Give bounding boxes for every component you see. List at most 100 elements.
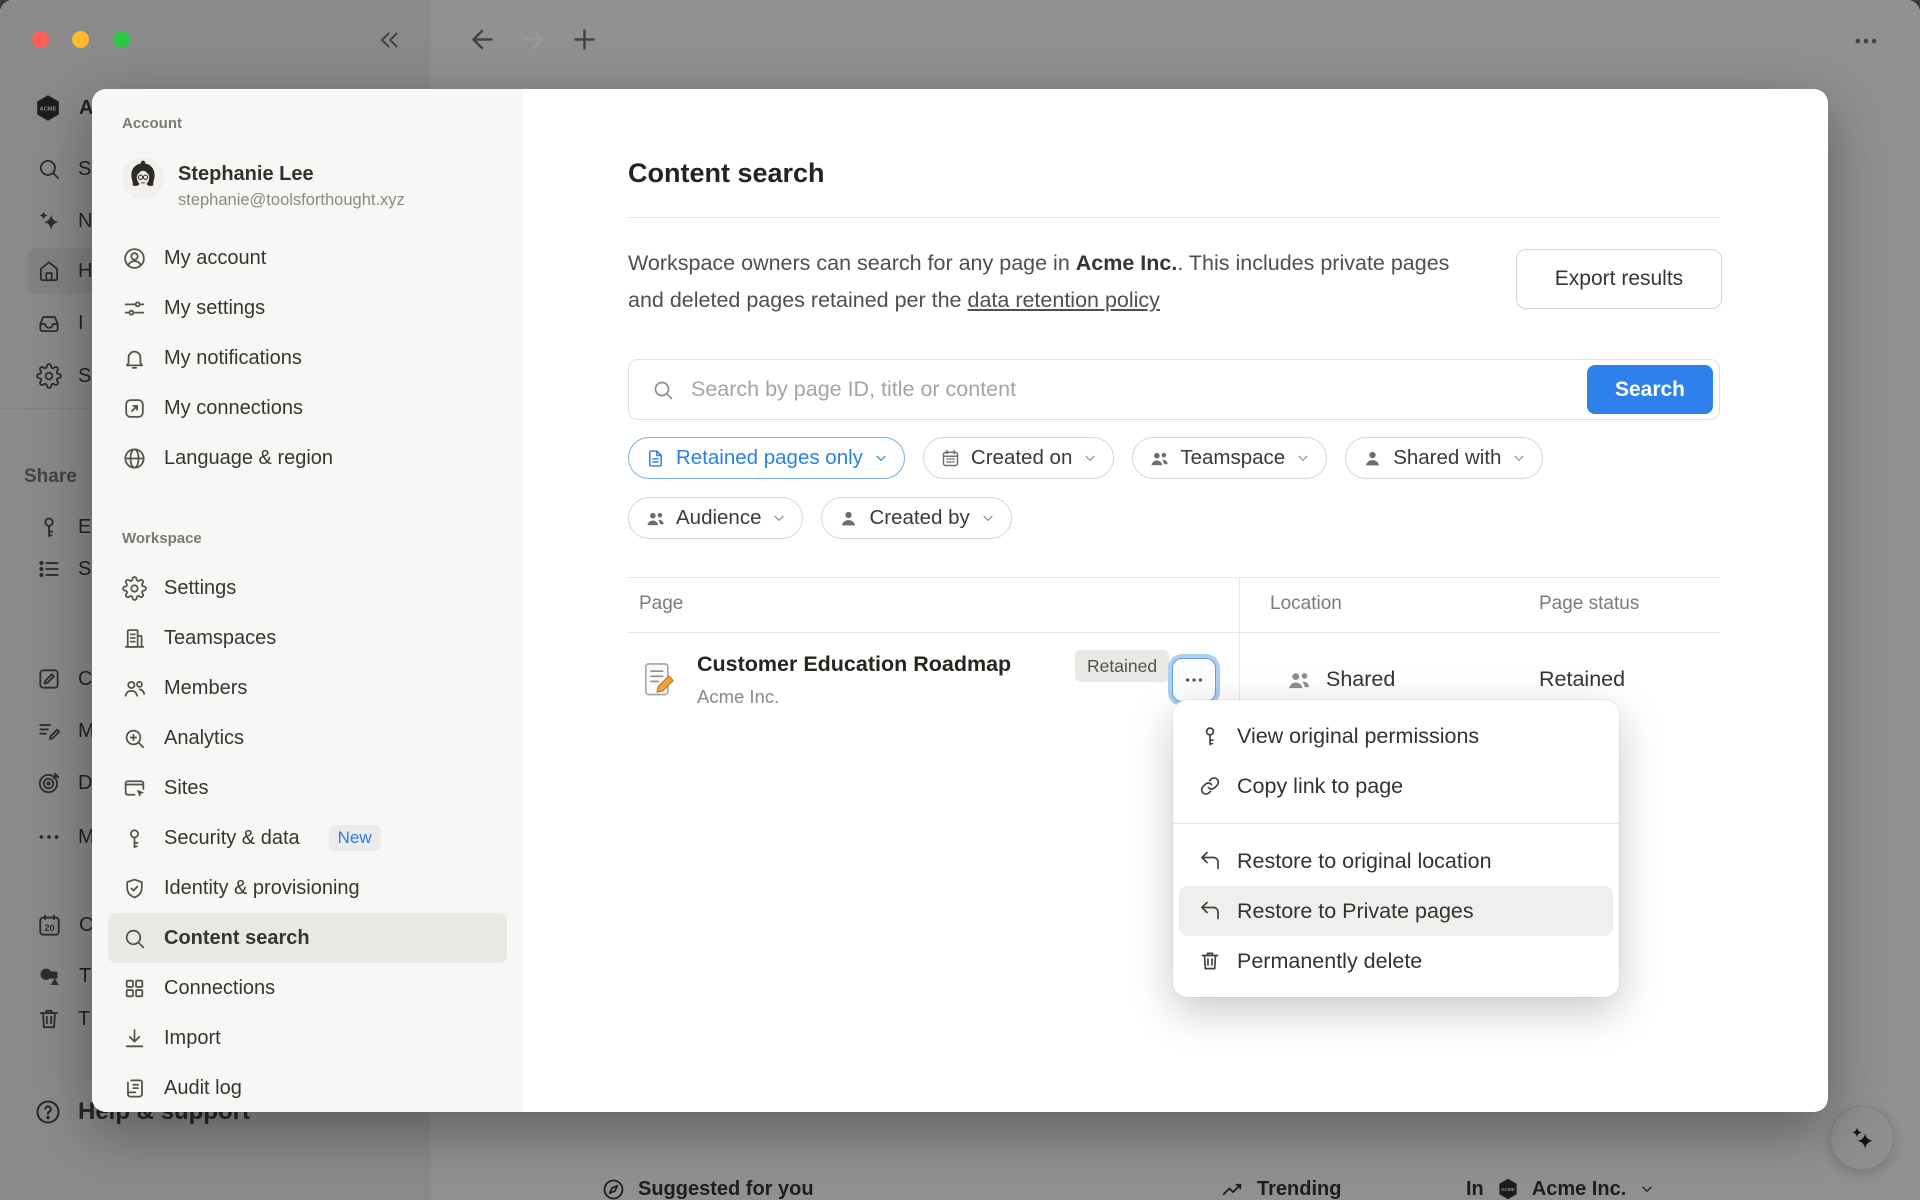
menu-item-copy-link[interactable]: Copy link to page <box>1179 761 1613 811</box>
sidebar-item-my-account[interactable]: My account <box>108 233 507 283</box>
workspace-name: Acme Inc. <box>1076 251 1178 275</box>
sidebar-item-teamspaces[interactable]: Teamspaces <box>108 613 507 663</box>
memo-page-icon <box>641 661 677 699</box>
sidebar-item-my-connections[interactable]: My connections <box>108 383 507 433</box>
browser-cursor-icon <box>122 776 147 801</box>
chevron-down-icon <box>873 450 889 466</box>
sidebar-item-members[interactable]: Members <box>108 663 507 713</box>
globe-icon <box>122 446 147 471</box>
ellipsis-icon <box>1183 669 1205 691</box>
column-header-location: Location <box>1270 593 1342 615</box>
column-header-page: Page <box>639 593 683 615</box>
key-icon <box>122 826 147 851</box>
people-icon <box>645 508 666 529</box>
filter-row-1: Retained pages only Created on Teamspace… <box>628 437 1543 479</box>
trash-icon <box>1198 949 1222 973</box>
account-section-label: Account <box>122 115 523 133</box>
sidebar-item-analytics[interactable]: Analytics <box>108 713 507 763</box>
menu-item-permanently-delete[interactable]: Permanently delete <box>1179 936 1613 986</box>
restore-arrow-icon <box>1198 899 1222 923</box>
workspace-items: Settings Teamspaces Members Analytics Si… <box>92 563 523 1112</box>
scroll-icon <box>122 1076 147 1101</box>
new-badge: New <box>329 825 381 851</box>
people-icon <box>1286 667 1312 693</box>
person-icon <box>838 508 859 529</box>
filter-chip-shared-with[interactable]: Shared with <box>1345 437 1543 479</box>
account-user: Stephanie Lee stephanie@toolsforthought.… <box>122 157 523 217</box>
gear-icon <box>122 576 147 601</box>
data-retention-policy-link[interactable]: data retention policy <box>968 288 1160 312</box>
sidebar-item-language-region[interactable]: Language & region <box>108 433 507 483</box>
bell-icon <box>122 346 147 371</box>
calendar-icon <box>940 448 961 469</box>
export-results-button[interactable]: Export results <box>1516 249 1722 309</box>
chevron-down-icon <box>1082 450 1098 466</box>
row-actions-menu: View original permissions Copy link to p… <box>1173 700 1619 997</box>
filter-chip-created-on[interactable]: Created on <box>923 437 1114 479</box>
search-icon <box>651 378 675 402</box>
people-icon <box>122 676 147 701</box>
table-header-border <box>628 632 1720 633</box>
page-title: Content search <box>628 158 825 189</box>
search-input[interactable] <box>689 376 1569 403</box>
search-plus-icon <box>122 726 147 751</box>
people-icon <box>1149 448 1170 469</box>
page-description: Workspace owners can search for any page… <box>628 245 1488 319</box>
row-actions-button[interactable] <box>1172 658 1216 702</box>
content-search-bar: Search <box>628 359 1720 420</box>
app-window: ACME A S N H I S Share E <box>0 0 1920 1200</box>
sliders-icon <box>122 296 147 321</box>
filter-chip-audience[interactable]: Audience <box>628 497 803 539</box>
sidebar-item-content-search[interactable]: Content search <box>108 913 507 963</box>
retained-badge: Retained <box>1075 650 1169 682</box>
menu-item-view-original-permissions[interactable]: View original permissions <box>1179 711 1613 761</box>
table-top-border <box>628 577 1720 578</box>
account-items: My account My settings My notifications … <box>92 233 523 483</box>
chevron-down-icon <box>1511 450 1527 466</box>
sidebar-item-identity-provisioning[interactable]: Identity & provisioning <box>108 863 507 913</box>
sidebar-item-connections[interactable]: Connections <box>108 963 507 1013</box>
search-button[interactable]: Search <box>1587 365 1713 414</box>
avatar <box>122 157 164 199</box>
menu-item-restore-private-pages[interactable]: Restore to Private pages <box>1179 886 1613 936</box>
download-icon <box>122 1026 147 1051</box>
filter-chip-created-by[interactable]: Created by <box>821 497 1011 539</box>
settings-sidebar: Account Stephanie Lee stephanie@toolsfor… <box>92 89 523 1112</box>
sidebar-item-settings[interactable]: Settings <box>108 563 507 613</box>
chevron-down-icon <box>1295 450 1311 466</box>
sidebar-item-my-notifications[interactable]: My notifications <box>108 333 507 383</box>
user-email: stephanie@toolsforthought.xyz <box>178 191 405 210</box>
title-divider <box>628 217 1720 218</box>
menu-divider <box>1173 823 1619 824</box>
workspace-section-label: Workspace <box>122 530 523 548</box>
page-icon <box>645 448 666 469</box>
result-status: Retained <box>1539 667 1625 692</box>
shield-check-icon <box>122 876 147 901</box>
sidebar-item-audit-log[interactable]: Audit log <box>108 1063 507 1112</box>
column-header-page-status: Page status <box>1539 593 1639 615</box>
result-page-title[interactable]: Customer Education Roadmap <box>697 652 1011 677</box>
screen: ACME A S N H I S Share E <box>0 0 1920 1200</box>
arrow-out-box-icon <box>122 396 147 421</box>
link-icon <box>1198 774 1222 798</box>
chevron-down-icon <box>771 510 787 526</box>
sidebar-item-security-data[interactable]: Security & data New <box>108 813 507 863</box>
person-icon <box>1362 448 1383 469</box>
sidebar-item-import[interactable]: Import <box>108 1013 507 1063</box>
sidebar-item-sites[interactable]: Sites <box>108 763 507 813</box>
person-circle-icon <box>122 246 147 271</box>
restore-arrow-icon <box>1198 849 1222 873</box>
search-icon <box>122 926 147 951</box>
grid-icon <box>122 976 147 1001</box>
key-icon <box>1198 724 1222 748</box>
result-page-workspace: Acme Inc. <box>697 686 779 708</box>
building-icon <box>122 626 147 651</box>
menu-item-restore-original-location[interactable]: Restore to original location <box>1179 836 1613 886</box>
sidebar-item-my-settings[interactable]: My settings <box>108 283 507 333</box>
result-location: Shared <box>1326 667 1395 692</box>
chevron-down-icon <box>980 510 996 526</box>
filter-chip-teamspace[interactable]: Teamspace <box>1132 437 1327 479</box>
filter-chip-retained-pages-only[interactable]: Retained pages only <box>628 437 905 479</box>
user-name: Stephanie Lee <box>178 163 405 186</box>
filter-row-2: Audience Created by <box>628 497 1012 539</box>
